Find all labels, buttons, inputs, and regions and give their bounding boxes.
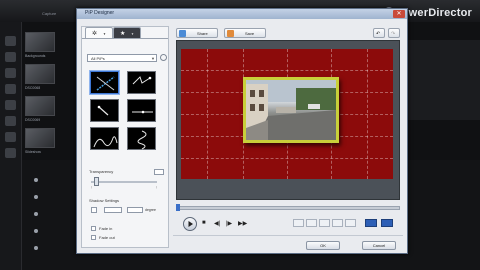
- save-button[interactable]: Save: [224, 28, 266, 38]
- chevron-down-icon: ▼: [131, 32, 134, 36]
- shadow-settings-label: Shadow Settings: [89, 198, 120, 203]
- stop-button[interactable]: ■: [202, 220, 206, 226]
- track-row[interactable]: [22, 192, 74, 202]
- safe-zone-button[interactable]: [381, 219, 393, 227]
- timecode-field[interactable]: [345, 219, 356, 227]
- save-icon: [227, 30, 234, 37]
- fast-forward-button[interactable]: ▶▶: [238, 220, 247, 227]
- fade-in-checkbox[interactable]: [91, 226, 96, 231]
- timecode-field[interactable]: [293, 219, 304, 227]
- timecode-field[interactable]: [332, 219, 343, 227]
- transparency-slider-track[interactable]: [91, 181, 157, 183]
- audio-room-icon[interactable]: [5, 132, 16, 142]
- gear-icon: ✲: [92, 31, 98, 37]
- shadow-direction-field[interactable]: [127, 207, 143, 213]
- library-thumbnail[interactable]: [25, 128, 55, 148]
- transparency-slider-handle[interactable]: [94, 177, 100, 186]
- timecode-field[interactable]: [319, 219, 330, 227]
- shadow-unit-label: degree: [145, 208, 156, 212]
- tab-capture[interactable]: Capture: [42, 11, 56, 16]
- undo-button[interactable]: ↶: [373, 28, 385, 38]
- library-thumbnail[interactable]: [25, 64, 55, 84]
- dialog-title-bar[interactable]: PiP Designer ✕: [77, 9, 407, 19]
- effect-room-icon[interactable]: [5, 52, 16, 62]
- next-frame-button[interactable]: |▶: [226, 220, 232, 227]
- slider-max-tick: |: [156, 185, 157, 189]
- select-value: All PiPs: [91, 56, 105, 61]
- library-label: Slideshow: [25, 150, 41, 154]
- title-room-icon[interactable]: [5, 100, 16, 110]
- motion-template[interactable]: [90, 71, 119, 94]
- library-label: DSC0068: [25, 86, 41, 90]
- left-tool-rail: [0, 22, 22, 270]
- pip-designer-dialog: PiP Designer ✕ ✲ ▼ ★ ▼ All PiPs ▼ Transp…: [76, 8, 408, 254]
- seek-handle[interactable]: [176, 204, 180, 211]
- fade-out-option[interactable]: Fade out: [91, 235, 151, 241]
- shadow-color-picker[interactable]: [104, 207, 122, 213]
- close-button[interactable]: ✕: [393, 10, 405, 18]
- tab-properties[interactable]: ✲ ▼: [85, 27, 113, 38]
- cancel-button[interactable]: Cancel: [362, 241, 396, 250]
- save-label: Save: [245, 31, 255, 36]
- particle-room-icon[interactable]: [5, 84, 16, 94]
- redo-icon: ↷: [391, 31, 396, 37]
- track-row[interactable]: [22, 226, 74, 236]
- chapter-room-icon[interactable]: [5, 148, 16, 158]
- library-thumbnail[interactable]: [25, 96, 55, 116]
- pip-object[interactable]: [243, 77, 339, 143]
- track-row[interactable]: [22, 243, 74, 253]
- motion-template-grid: [90, 71, 160, 151]
- transparency-label: Transparency: [89, 169, 114, 174]
- library-thumbnail[interactable]: [25, 32, 55, 52]
- share-label: Share: [197, 31, 208, 36]
- properties-panel: ✲ ▼ ★ ▼ All PiPs ▼ Transparency | | Shad…: [81, 26, 169, 248]
- previous-frame-button[interactable]: ◀|: [214, 220, 220, 227]
- track-row[interactable]: [22, 209, 74, 219]
- tab-divider: [82, 38, 168, 39]
- tab-motion[interactable]: ★ ▼: [113, 27, 141, 38]
- library-label: DSC0069: [25, 118, 41, 122]
- preview-stage: [176, 40, 400, 200]
- motion-template[interactable]: [127, 71, 156, 94]
- transparency-value-field[interactable]: [154, 169, 164, 175]
- share-button[interactable]: Share: [176, 28, 218, 38]
- ok-button[interactable]: OK: [306, 241, 340, 250]
- dialog-title: PiP Designer: [85, 10, 115, 16]
- slider-min-tick: |: [91, 185, 92, 189]
- preview-panel: [403, 40, 480, 120]
- redo-button[interactable]: ↷: [388, 28, 400, 38]
- motion-template[interactable]: [127, 99, 156, 122]
- pip-room-icon[interactable]: [5, 68, 16, 78]
- background-canvas[interactable]: [181, 49, 393, 179]
- track-row[interactable]: [22, 175, 74, 185]
- chevron-down-icon: ▼: [103, 32, 106, 36]
- fade-in-option[interactable]: Fade in: [91, 226, 151, 232]
- motion-filter-select[interactable]: All PiPs ▼: [87, 54, 157, 62]
- grid-view-button[interactable]: [365, 219, 377, 227]
- transition-room-icon[interactable]: [5, 116, 16, 126]
- refresh-icon[interactable]: [160, 54, 167, 61]
- motion-template[interactable]: [127, 127, 156, 150]
- chevron-down-icon: ▼: [151, 56, 155, 61]
- grid-line: [207, 49, 208, 179]
- undo-icon: ↶: [376, 31, 381, 37]
- pip-photo: [246, 80, 336, 140]
- footer-divider: [173, 235, 403, 236]
- media-room-icon[interactable]: [5, 36, 16, 46]
- timecode-field[interactable]: [306, 219, 317, 227]
- motion-template[interactable]: [90, 127, 119, 150]
- star-motion-icon: ★: [120, 31, 126, 37]
- library-label: Backgrounds: [25, 54, 46, 58]
- motion-template[interactable]: [90, 99, 119, 122]
- fade-out-label: Fade out: [99, 235, 115, 240]
- grid-line: [367, 49, 368, 179]
- share-icon: [179, 30, 186, 37]
- seek-bar[interactable]: [176, 206, 400, 210]
- shadow-checkbox[interactable]: [91, 207, 97, 213]
- fade-out-checkbox[interactable]: [91, 235, 96, 240]
- fade-in-label: Fade in: [99, 226, 113, 231]
- play-button[interactable]: [183, 217, 197, 231]
